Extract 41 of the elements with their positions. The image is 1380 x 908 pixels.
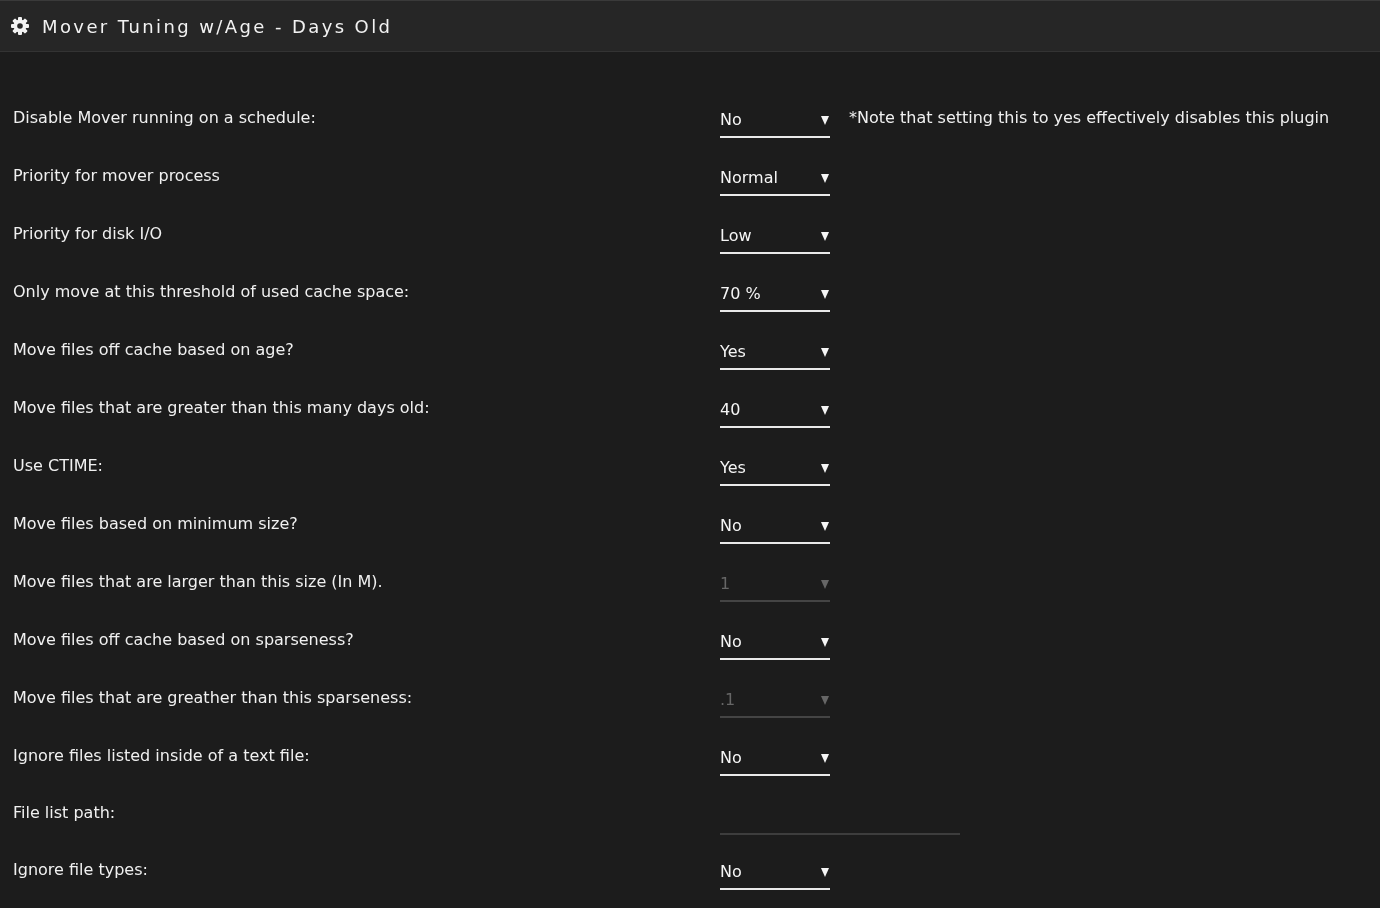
dropdown[interactable]: 70 % <box>720 272 830 312</box>
setting-label: Move files that are larger than this size (In M). <box>12 571 384 593</box>
caret-icon <box>821 463 829 473</box>
gear-icon <box>10 16 30 36</box>
section-title: Mover Tuning w/Age - Days Old <box>42 14 393 39</box>
setting-label: Disable Mover running on a schedule: <box>12 107 317 129</box>
caret-icon <box>821 753 829 763</box>
caret-icon <box>821 867 829 877</box>
dropdown[interactable]: Yes <box>720 330 830 370</box>
dropdown[interactable]: Normal <box>720 156 830 196</box>
note-text: *Note that setting this to yes effectively disables this plugin <box>849 107 1330 129</box>
dropdown[interactable]: No <box>720 736 830 776</box>
caret-icon <box>821 405 829 415</box>
setting-label: Only move at this threshold of used cache space: <box>12 281 411 303</box>
setting-label: Ignore files listed inside of a text file: <box>12 745 311 767</box>
setting-label: Move files off cache based on sparseness? <box>12 629 355 651</box>
caret-icon <box>821 521 829 531</box>
setting-label: Move files off cache based on age? <box>12 339 295 361</box>
setting-label: File list path: <box>12 802 117 824</box>
caret-icon <box>821 579 829 589</box>
setting-label: Priority for mover process <box>12 165 221 187</box>
caret-icon <box>821 637 829 647</box>
caret-icon <box>821 115 829 125</box>
caret-icon <box>821 231 829 241</box>
caret-icon <box>821 347 829 357</box>
setting-label: Use CTIME: <box>12 455 104 477</box>
setting-label: Ignore file types: <box>12 859 149 881</box>
dropdown[interactable]: No <box>720 850 830 890</box>
setting-label: Move files based on minimum size? <box>12 513 299 535</box>
dropdown[interactable]: 40 <box>720 388 830 428</box>
caret-icon <box>821 695 829 705</box>
dropdown[interactable]: Yes <box>720 446 830 486</box>
dropdown[interactable]: No <box>720 98 830 138</box>
caret-icon <box>821 173 829 183</box>
setting-label: Move files that are greater than this many days old: <box>12 397 431 419</box>
dropdown[interactable]: No <box>720 620 830 660</box>
setting-label: Priority for disk I/O <box>12 223 164 245</box>
dropdown[interactable]: Low <box>720 214 830 254</box>
dropdown[interactable]: No <box>720 504 830 544</box>
caret-icon <box>821 289 829 299</box>
setting-label: Move files that are greather than this sparseness: <box>12 687 414 709</box>
